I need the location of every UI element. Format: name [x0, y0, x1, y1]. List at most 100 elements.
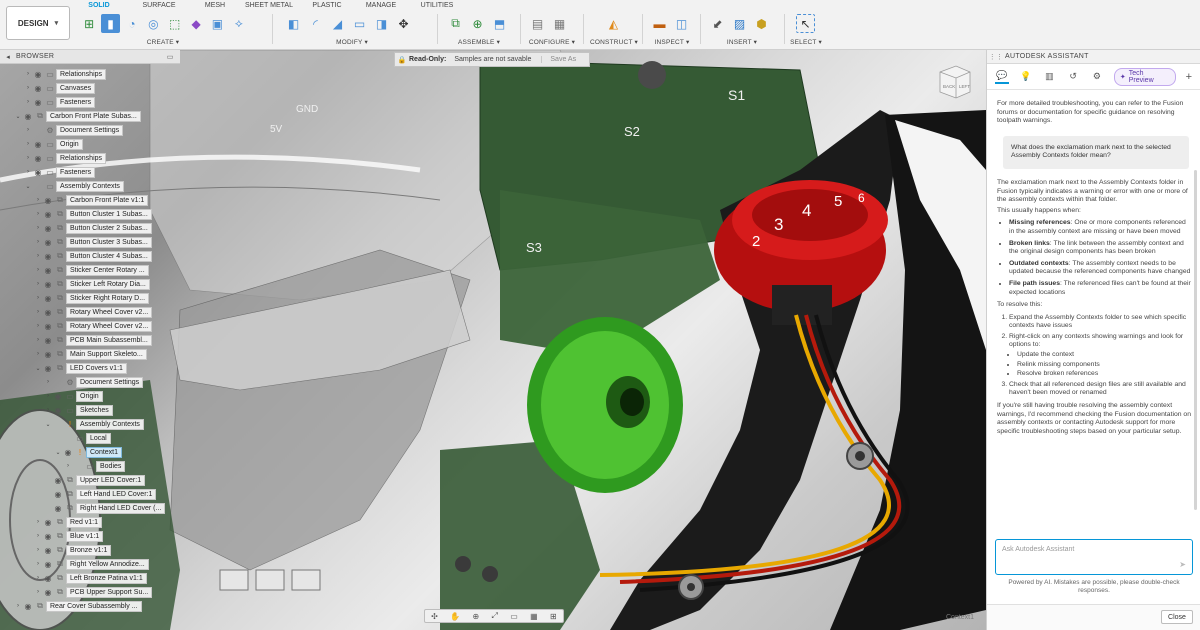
insert-menu[interactable]: INSERT ▾ [706, 38, 778, 46]
visibility-eye-icon[interactable]: ◉ [42, 546, 54, 555]
chevron-right-icon[interactable]: › [44, 379, 52, 385]
fillet-icon[interactable]: ◜ [306, 14, 325, 33]
visibility-eye-icon[interactable]: ◉ [42, 238, 54, 247]
visibility-eye-icon[interactable]: ◉ [52, 392, 64, 401]
chevron-down-icon[interactable]: ⌄ [44, 421, 52, 428]
visibility-eye-icon[interactable]: ◉ [42, 588, 54, 597]
visibility-eye-icon[interactable]: ◉ [42, 224, 54, 233]
chevron-right-icon[interactable]: › [24, 99, 32, 105]
chevron-right-icon[interactable]: › [34, 253, 42, 259]
browser-tree-row[interactable]: ◉ ⧉ Upper LED Cover:1 [44, 474, 146, 486]
browser-tree-row[interactable]: › ◉ ⧉ Button Cluster 2 Subas... [34, 222, 152, 234]
select-menu[interactable]: SELECT ▾ [790, 38, 822, 46]
library-icon[interactable]: ▥ [1043, 70, 1057, 84]
fit-icon[interactable]: ⤢ [492, 611, 498, 621]
browser-tree-row[interactable]: › ◉ ▭ Origin [24, 138, 83, 150]
chevron-right-icon[interactable]: › [34, 225, 42, 231]
gear-icon[interactable]: ⚙ [1090, 70, 1104, 84]
as-built-joint-icon[interactable]: ⬒ [490, 14, 509, 33]
browser-tree-row[interactable]: › ◉ ⧉ Button Cluster 1 Subas... [34, 208, 152, 220]
new-chat-icon[interactable]: + [1186, 71, 1192, 83]
viewports-icon[interactable]: ⊞ [550, 612, 557, 621]
visibility-eye-icon[interactable]: ◉ [42, 350, 54, 359]
browser-tree-row[interactable]: ⌄ ◉ ⧉ LED Covers v1:1 [34, 362, 127, 374]
shell-icon[interactable]: ▭ [350, 14, 369, 33]
browser-tree-row[interactable]: › ◉ ▭ Relationships [24, 68, 107, 80]
browser-tree-row[interactable]: › ◉ ⧉ Bronze v1:1 [34, 544, 112, 556]
browser-tree-row[interactable]: › ◉ ⧉ Rotary Wheel Cover v2... [34, 320, 153, 332]
chat-scrollbar[interactable] [1194, 170, 1197, 510]
browser-tree-row[interactable]: › ◉ ▭ Origin [44, 390, 103, 402]
browser-tree-row[interactable]: › ◉ ⧉ Blue v1:1 [34, 530, 104, 542]
visibility-eye-icon[interactable]: ◉ [42, 308, 54, 317]
insert-derive-icon[interactable]: ⬋ [708, 14, 727, 33]
tab-utilities[interactable]: UTILITIES [410, 0, 464, 12]
visibility-eye-icon[interactable]: ◉ [42, 196, 54, 205]
chevron-right-icon[interactable]: › [44, 407, 52, 413]
visibility-eye-icon[interactable]: ◉ [42, 252, 54, 261]
chevron-right-icon[interactable]: › [24, 71, 32, 77]
chevron-right-icon[interactable]: › [34, 519, 42, 525]
chevron-right-icon[interactable]: › [24, 169, 32, 175]
chevron-right-icon[interactable]: › [34, 547, 42, 553]
display-settings-icon[interactable]: ▭ [510, 612, 518, 621]
browser-tree-row[interactable]: ⌄! Assembly Contexts [44, 418, 144, 430]
table-icon[interactable]: ▦ [550, 14, 569, 33]
browser-tree-row[interactable]: › ◉ ⧉ PCB Upper Support Su... [34, 586, 153, 598]
chevron-right-icon[interactable]: › [34, 337, 42, 343]
configure-menu[interactable]: CONFIGURE ▾ [526, 38, 578, 46]
collapse-icon[interactable]: ◂ [0, 53, 16, 61]
browser-tree-row[interactable]: › ◉ ⧉ Button Cluster 3 Subas... [34, 236, 152, 248]
visibility-eye-icon[interactable]: ◉ [42, 518, 54, 527]
construct-menu[interactable]: CONSTRUCT ▾ [588, 38, 640, 46]
browser-tree-row[interactable]: › ◉ ⧉ Left Bronze Patina v1:1 [34, 572, 147, 584]
chevron-right-icon[interactable]: › [34, 267, 42, 273]
move-icon[interactable]: ✥ [394, 14, 413, 33]
visibility-eye-icon[interactable]: ◉ [42, 560, 54, 569]
tab-plastic[interactable]: PLASTIC [302, 0, 352, 12]
tab-mesh[interactable]: MESH [194, 0, 236, 12]
visibility-eye-icon[interactable]: ◉ [42, 364, 54, 373]
chevron-down-icon[interactable]: ⌄ [14, 113, 22, 120]
visibility-eye-icon[interactable]: ◉ [32, 98, 44, 107]
browser-tree-row[interactable]: › ⚙ Document Settings [44, 376, 144, 388]
visibility-eye-icon[interactable]: ◉ [52, 406, 64, 415]
create-form-icon[interactable]: ◆ [187, 14, 205, 33]
save-as-button[interactable]: Save As [541, 56, 584, 63]
chevron-right-icon[interactable]: › [24, 141, 32, 147]
visibility-eye-icon[interactable]: ◉ [42, 210, 54, 219]
tab-solid[interactable]: SOLID [86, 0, 112, 12]
browser-tree-row[interactable]: › ◉ ⧉ Sticker Right Rotary D... [34, 292, 150, 304]
pan-icon[interactable]: ✋ [450, 612, 460, 621]
tech-preview-badge[interactable]: ✦ Tech Preview [1113, 67, 1176, 86]
send-icon[interactable]: ➤ [1179, 560, 1186, 569]
chamfer-icon[interactable]: ◢ [328, 14, 347, 33]
browser-tree-row[interactable]: › ◉ ⧉ Right Yellow Annodize... [34, 558, 149, 570]
browser-tree-row[interactable]: › ◉ ▭ Relationships [24, 152, 107, 164]
browser-tree-row[interactable]: › ◉ ⧉ Sticker Left Rotary Dia... [34, 278, 150, 290]
chevron-down-icon[interactable]: ⌄ [54, 449, 62, 456]
browser-tree-row[interactable]: ◉ ⧉ Left Hand LED Cover:1 [44, 488, 157, 500]
browser-tree-row[interactable]: › ◉ ⧉ Main Support Skeleto... [34, 348, 147, 360]
chevron-right-icon[interactable]: › [14, 603, 22, 609]
insert-canvas-icon[interactable]: ▨ [730, 14, 749, 33]
lightbulb-icon[interactable]: 💡 [1019, 70, 1033, 84]
new-component-icon[interactable]: ⧉ [446, 14, 465, 33]
hole-icon[interactable]: ◎ [144, 14, 162, 33]
browser-tree-row[interactable]: › ◉ ⧉ Button Cluster 4 Subas... [34, 250, 152, 262]
visibility-eye-icon[interactable]: ◉ [32, 84, 44, 93]
chevron-down-icon[interactable]: ⌄ [24, 183, 32, 190]
visibility-eye-icon[interactable]: ◉ [22, 112, 34, 121]
browser-tree-row[interactable]: › ⚙ Document Settings [24, 124, 124, 136]
history-icon[interactable]: ↺ [1066, 70, 1080, 84]
chevron-right-icon[interactable]: › [34, 533, 42, 539]
visibility-eye-icon[interactable]: ◉ [42, 294, 54, 303]
joint-icon[interactable]: ⊕ [468, 14, 487, 33]
visibility-eye-icon[interactable]: ◉ [42, 322, 54, 331]
select-icon[interactable]: ↖ [796, 14, 815, 33]
drag-handle-icon[interactable]: ⋮⋮ [987, 53, 1005, 61]
close-button[interactable]: Close [1161, 610, 1193, 624]
browser-tree-row[interactable]: ◉ ⧉ Right Hand LED Cover (... [44, 502, 166, 514]
chevron-right-icon[interactable]: › [34, 281, 42, 287]
chat-icon[interactable]: 💬 [995, 70, 1009, 84]
